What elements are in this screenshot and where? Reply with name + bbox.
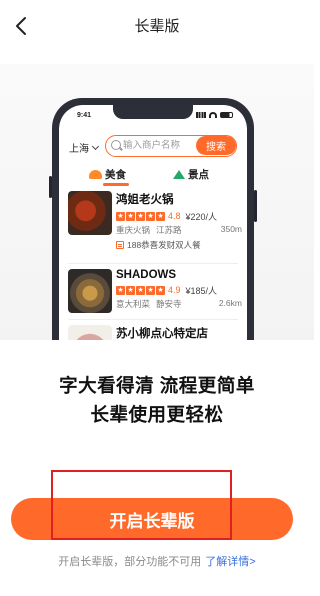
list-item: 鸿姐老火锅 ★ ★ ★ ★ ★ 4.8 ¥220/人 重庆火锅 江苏路 350m… [59,191,247,261]
star-icon: ★ [156,211,165,221]
star-icon: ★ [116,285,125,295]
top-nav-bar: 长辈版 [0,0,314,52]
city-label: 上海 [69,144,89,155]
category-tabs: 美食 景点 [59,165,247,186]
battery-icon [220,112,233,118]
rating-stars: ★ ★ ★ ★ ★ [116,211,165,221]
star-icon: ★ [146,285,155,295]
shop-photo [68,269,112,313]
mountain-icon [173,170,185,179]
city-selector: 上海 [69,140,100,155]
search-button: 搜索 [196,136,236,155]
chevron-right-icon: > [249,556,256,568]
hint-message: 开启长辈版，部分功能不可用 [58,556,202,568]
tab-active-indicator [103,183,129,186]
slogan-line-1: 字大看得清 流程更简单 [59,375,255,396]
star-icon: ★ [156,285,165,295]
phone-mockup: 9:41 上海 搜索 [49,98,257,340]
shop-distance: 350m [220,224,242,234]
shop-meta: 重庆火锅 江苏路 350m [116,224,242,236]
shop-name: 苏小柳点心特定店 [116,328,208,340]
enable-elder-mode-button[interactable]: 开启长辈版 [11,498,293,540]
phone-side-button [49,176,52,198]
shop-price: ¥220/人 [185,211,218,222]
status-time: 9:41 [77,112,92,119]
tab-scenic: 景点 [173,167,209,182]
shop-score: 4.9 [168,285,181,295]
preview-illustration: 9:41 上海 搜索 [0,64,314,340]
status-bar: 9:41 [59,105,247,127]
rating-row: ★ ★ ★ ★ ★ 4.8 ¥220/人 [116,210,242,222]
star-icon: ★ [136,285,145,295]
search-row: 上海 搜索 [59,133,247,159]
search-input [123,136,195,155]
star-icon: ★ [126,211,135,221]
shop-price: ¥185/人 [185,285,218,296]
phone-screen: 9:41 上海 搜索 [59,105,247,340]
chevron-down-icon [91,142,100,150]
shop-name: SHADOWS [116,269,177,281]
search-box: 搜索 [105,135,237,157]
shop-area: 静安寺 [156,299,182,309]
shop-category: 意大利菜 [116,299,151,309]
learn-more-link[interactable]: 了解详情 [205,556,249,568]
shop-distance: 2.6km [218,298,242,308]
star-icon: ★ [136,211,145,221]
star-icon: ★ [116,211,125,221]
list-item: 苏小柳点心特定店 [59,325,247,340]
divider [68,319,238,320]
shop-photo [68,325,112,340]
wifi-icon [209,112,217,118]
coupon-icon [116,241,124,249]
search-icon [111,140,121,150]
shop-deal: 188恭喜发财双人餐 [116,239,242,251]
food-icon [89,170,102,179]
tab-food: 美食 [89,167,126,182]
star-icon: ★ [146,211,155,221]
star-icon: ★ [126,285,135,295]
shop-photo [68,191,112,235]
rating-stars: ★ ★ ★ ★ ★ [116,285,165,295]
slogan-line-2: 长辈使用更轻松 [90,404,224,425]
phone-side-button [254,190,257,222]
page-title: 长辈版 [134,18,180,35]
hint-text: 开启长辈版，部分功能不可用 了解详情> [0,553,314,569]
shop-name: 鸿姐老火锅 [116,194,174,206]
shop-category: 重庆火锅 [116,225,151,235]
signal-icon [196,112,206,118]
rating-row: ★ ★ ★ ★ ★ 4.9 ¥185/人 [116,284,242,296]
shop-area: 江苏路 [156,225,182,235]
shop-score: 4.8 [168,211,181,221]
shop-meta: 意大利菜 静安寺 2.6km [116,298,242,310]
divider [68,263,238,264]
